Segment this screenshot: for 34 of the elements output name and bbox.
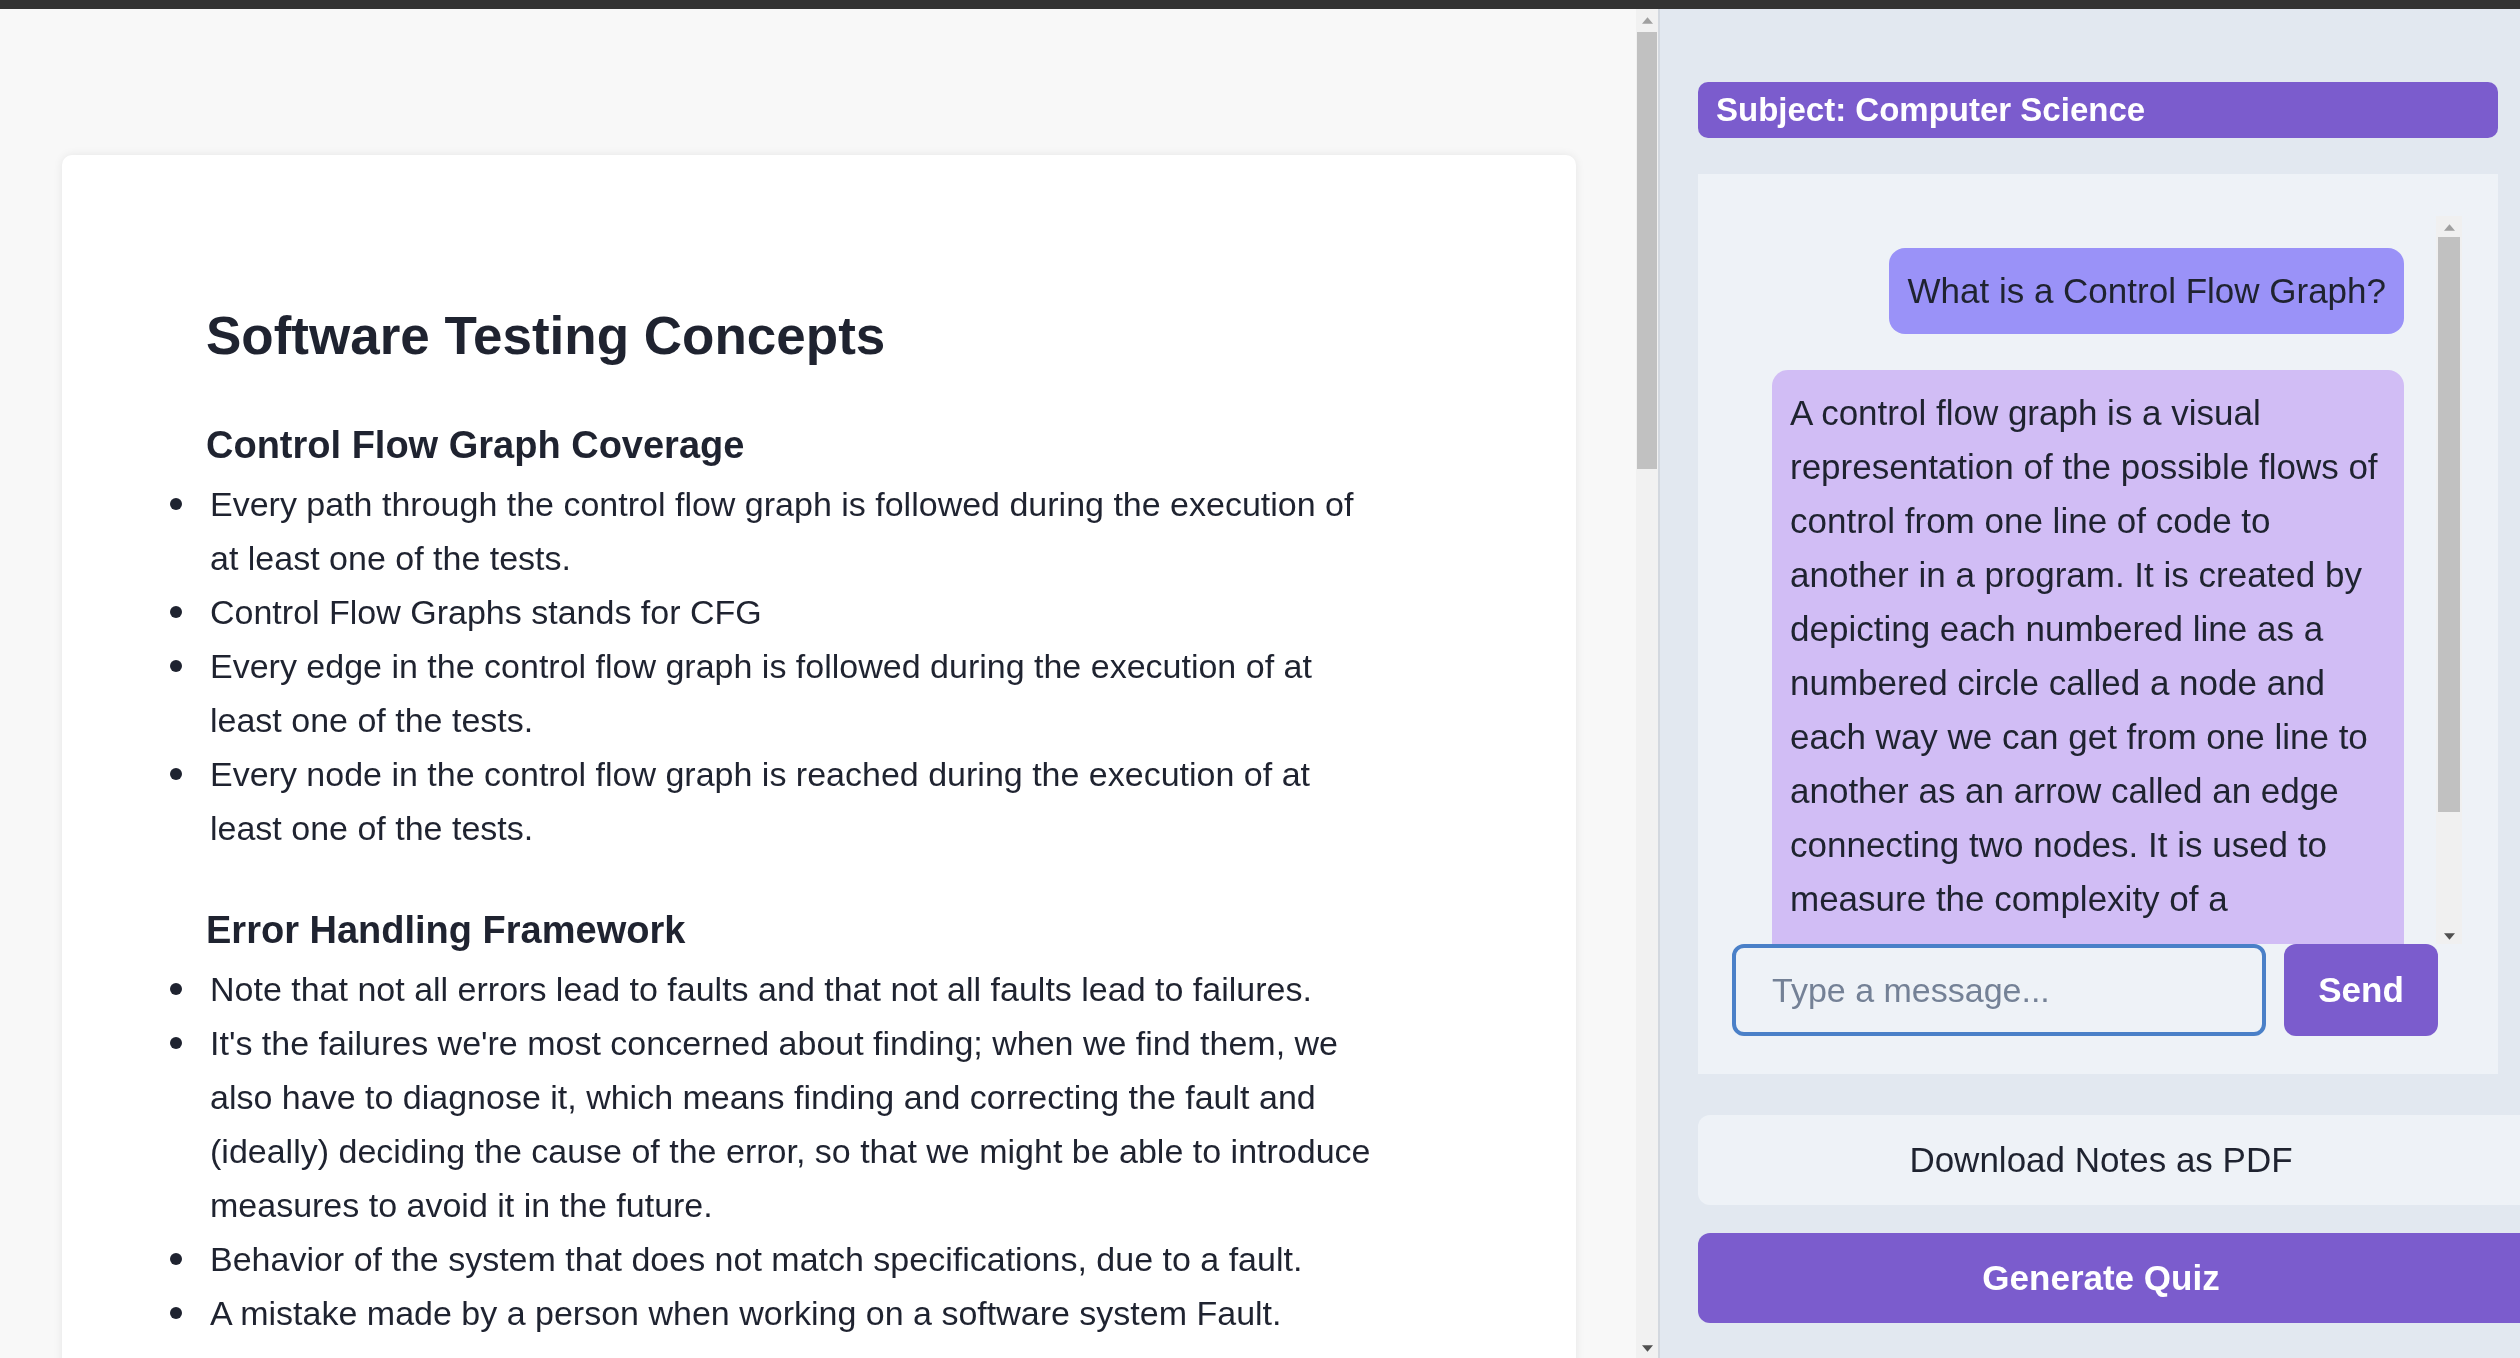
bullet-text: Note that not all errors lead to faults and that not all faults lead to failures. [210, 969, 1312, 1010]
bullet-icon [170, 498, 182, 510]
subject-banner: Subject: Computer Science [1698, 82, 2498, 138]
bullet-icon [170, 1037, 182, 1049]
section-heading: Control Flow Graph Coverage [206, 424, 746, 467]
notes-title: Software Testing Concepts [206, 305, 887, 366]
scrollbar-thumb[interactable] [1637, 32, 1657, 469]
bullet-icon [170, 606, 182, 618]
scrollbar[interactable] [2436, 216, 2462, 944]
section-heading: Error Handling Framework [206, 909, 687, 952]
send-button[interactable]: Send [2284, 944, 2438, 1036]
bullet-text: A mistake made by a person when working on a software system Fault. [210, 1293, 1282, 1334]
scrollbar[interactable] [1636, 9, 1658, 1358]
bullet-icon [170, 768, 182, 780]
bullet-icon [170, 983, 182, 995]
bullet-text: Every edge in the control flow graph is followed during the execution of at least one of the tests. [210, 646, 1313, 741]
scrollbar-thumb[interactable] [2438, 237, 2460, 812]
scroll-down-icon[interactable] [1641, 1345, 1653, 1352]
message-input[interactable]: Type a message... [1732, 944, 2266, 1036]
bullet-icon [170, 1307, 182, 1319]
bullet-text: Every node in the control flow graph is reached during the execution of at least one of the tests. [210, 754, 1311, 849]
scroll-up-icon[interactable] [2443, 224, 2455, 231]
bullet-text: Control Flow Graphs stands for CFG [210, 592, 762, 633]
bot-message: A control flow graph is a visual representation of the possible flows of control from one line of code to another in a program. It is created by depicting each numbered line as a numbered circle called a node and each way we can get from one line to another as an arrow called an edge connecting two nodes. It is used to measure the complexity of a [1772, 370, 2404, 944]
bullet-text: Behavior of the system that does not match specifications, due to a fault. [210, 1239, 1303, 1280]
scroll-down-icon[interactable] [2443, 933, 2455, 940]
download-button[interactable]: Download Notes as PDF [1698, 1115, 2520, 1205]
user-message: What is a Control Flow Graph? [1889, 248, 2404, 334]
bullet-text: It's the failures we're most concerned about finding; when we find them, we also have to diagnose it, which means finding and correcting the fault and (ideally) deciding the cause of the error, so that we might be able to introduce measures to avoid it in the future. [210, 1023, 1372, 1226]
bullet-text: Every path through the control flow graph is followed during the execution of at least one of the tests. [210, 484, 1355, 579]
generate-quiz-button[interactable]: Generate Quiz [1698, 1233, 2520, 1323]
bullet-icon [170, 1253, 182, 1265]
scroll-up-icon[interactable] [1641, 17, 1653, 24]
bullet-icon [170, 660, 182, 672]
